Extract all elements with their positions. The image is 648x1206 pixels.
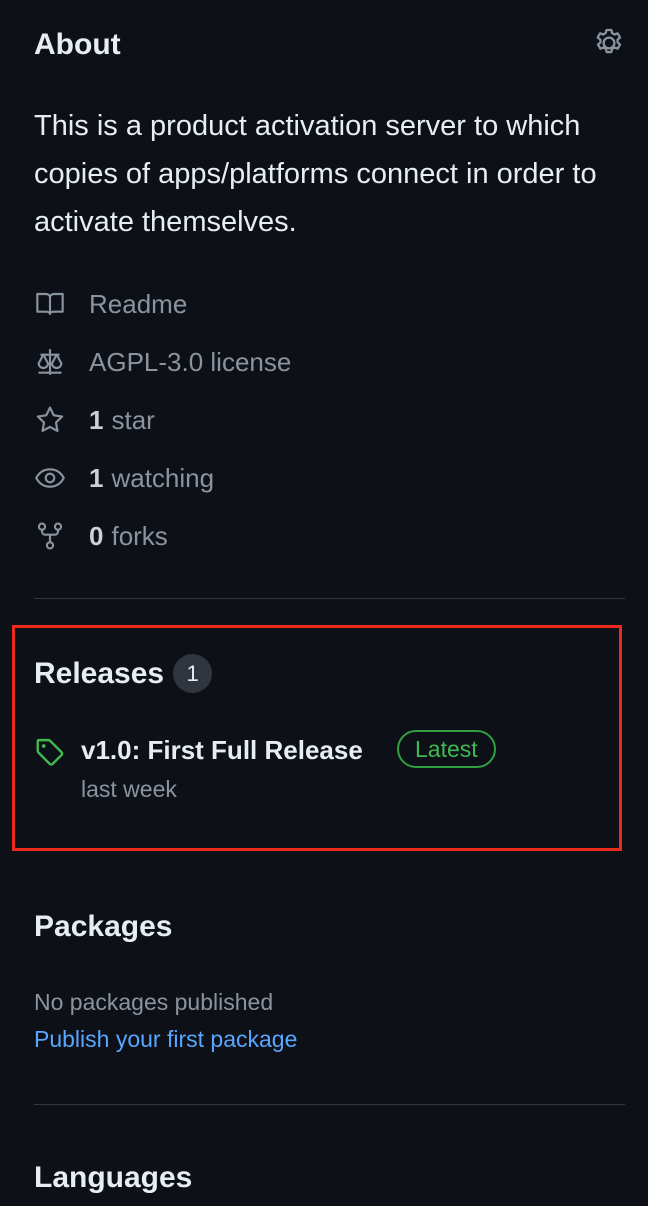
star-icon [36,406,64,432]
license-label: AGPL-3.0 license [89,346,292,377]
repository-sidebar: About This is a product activation serve… [0,0,648,1206]
readme-link[interactable]: Readme [34,275,614,333]
watchers-count: 1 [89,462,104,493]
stars-label: star [111,404,155,435]
readme-label: Readme [89,288,188,319]
latest-release-item[interactable]: v1.0: First Full Release Latest last wee… [34,730,604,808]
packages-title[interactable]: Packages [34,908,172,946]
about-header: About [34,26,626,66]
languages-title: Languages [34,1161,193,1194]
stars-link[interactable]: 1 star [34,391,614,449]
about-title: About [34,28,121,61]
latest-badge: Latest [397,730,496,768]
forks-count: 0 [89,520,104,551]
watchers-link[interactable]: 1 watching [34,449,614,507]
repository-description: This is a product activation server to w… [34,110,597,238]
repo-forked-icon [37,522,63,550]
releases-title[interactable]: Releases [34,655,164,693]
eye-icon [35,468,65,488]
publish-package-link[interactable]: Publish your first package [34,1023,297,1055]
book-icon [36,292,64,316]
tag-icon [36,738,64,766]
releases-header: Releases 1 [34,654,213,693]
gear-icon[interactable] [592,26,626,60]
release-name-link[interactable]: v1.0: First Full Release [81,732,363,768]
repository-meta-list: Readme AGPL-3.0 license 1 star 1 watchin… [34,275,614,565]
watchers-label: watching [111,462,215,493]
law-icon [37,348,63,376]
stars-count: 1 [89,404,104,435]
release-date: last week [81,776,177,802]
packages-divider [34,1104,625,1105]
forks-label: forks [111,520,168,551]
about-divider [34,598,625,599]
packages-empty-text: No packages published [34,989,274,1015]
releases-count-badge: 1 [173,654,213,693]
license-link[interactable]: AGPL-3.0 license [34,333,614,391]
forks-link[interactable]: 0 forks [34,507,614,565]
